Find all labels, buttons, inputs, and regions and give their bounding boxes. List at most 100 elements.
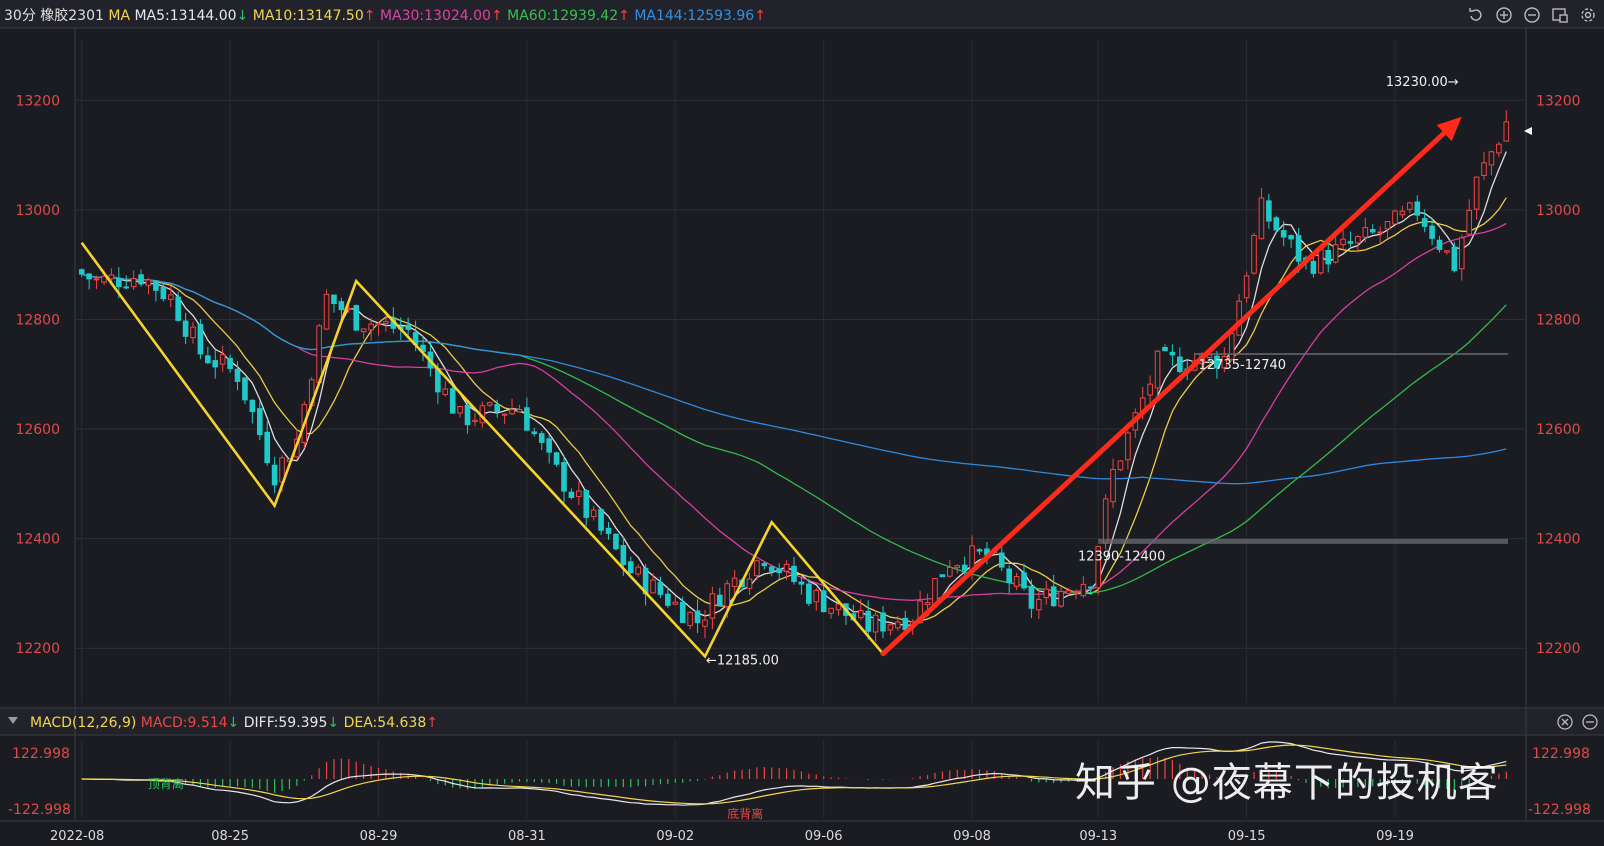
- macd-axis-left-bottom: -122.998: [8, 802, 71, 818]
- candle-body: [553, 452, 560, 465]
- candle-body: [1429, 225, 1435, 239]
- candle-body: [1340, 238, 1346, 246]
- candle-body: [264, 431, 271, 464]
- candle-body: [1466, 209, 1472, 235]
- candle-body: [1154, 350, 1161, 389]
- x-tick-4: 09-02: [656, 829, 694, 844]
- candle-body: [613, 533, 619, 550]
- ma-arrow-2: ↑: [491, 8, 507, 24]
- dea-arrow: ↑: [426, 715, 438, 731]
- candle-body: [1021, 572, 1027, 589]
- y-tick-left-5: 13200: [15, 93, 60, 109]
- candle: [316, 323, 322, 384]
- annotation-level-1: 12735-12740: [1199, 358, 1286, 373]
- annotation-high: 13230.00→: [1386, 75, 1459, 90]
- candle-body: [605, 527, 612, 534]
- candle: [1243, 271, 1250, 303]
- candle-body: [182, 320, 189, 337]
- macd-label-1: 底背离: [727, 806, 763, 821]
- candle-body: [1392, 210, 1398, 225]
- candle-body: [783, 563, 790, 572]
- candle-body: [576, 490, 582, 498]
- candle-body: [1481, 162, 1487, 176]
- candle-body: [746, 578, 753, 589]
- candle-body: [709, 593, 716, 619]
- candle-body: [776, 568, 782, 574]
- watermark: 知乎 @夜幕下的投机客: [1075, 760, 1499, 806]
- candle-body: [1332, 244, 1339, 263]
- candle-body: [1169, 351, 1176, 356]
- candle-body: [1036, 598, 1042, 611]
- y-tick-right-1: 12400: [1536, 532, 1581, 548]
- candle-body: [1407, 202, 1413, 210]
- candle-body: [1147, 383, 1153, 396]
- ma-label: MA: [108, 8, 134, 24]
- y-tick-right-0: 12200: [1536, 641, 1581, 657]
- candle-body: [650, 579, 656, 594]
- candle-body: [1473, 176, 1480, 210]
- candle-body: [895, 621, 901, 629]
- candle: [242, 377, 248, 405]
- candle-body: [798, 581, 805, 585]
- candle: [197, 319, 204, 360]
- candle-body: [857, 609, 864, 619]
- x-tick-5: 09-06: [805, 829, 843, 844]
- candle-body: [1236, 300, 1242, 336]
- ma-value-0: MA5:13144.00: [134, 8, 236, 24]
- candle-body: [449, 388, 456, 414]
- candle-body: [486, 402, 493, 406]
- candle-body: [1050, 586, 1057, 607]
- candle-body: [590, 509, 597, 518]
- candle-body: [961, 564, 968, 571]
- candle-body: [546, 438, 552, 453]
- candle-body: [998, 552, 1005, 568]
- candle: [323, 289, 330, 331]
- y-tick-right-3: 12800: [1536, 312, 1581, 328]
- candle-body: [1496, 143, 1502, 154]
- macd-axis-left-top: 122.998: [12, 746, 70, 762]
- x-tick-1: 08-25: [211, 829, 249, 844]
- candle-body: [828, 607, 834, 614]
- candle-body: [1065, 590, 1072, 594]
- candle-body: [360, 328, 367, 333]
- candle-body: [145, 279, 152, 286]
- candle-body: [1102, 498, 1109, 544]
- diff-arrow: ↓: [327, 715, 343, 731]
- annotation-level-2: 12390-12400: [1078, 549, 1165, 564]
- candle-body: [1384, 221, 1391, 230]
- candle-body: [1251, 234, 1257, 274]
- y-tick-right-2: 12600: [1536, 422, 1581, 438]
- candle-body: [457, 405, 463, 414]
- chart-stage: 30分 橡胶2301 MA MA5:13144.00↓ MA10:13147.5…: [0, 0, 1604, 846]
- candle: [553, 451, 560, 467]
- candle-body: [1110, 469, 1116, 503]
- candle-body: [1347, 241, 1354, 244]
- candle-body: [1117, 460, 1124, 471]
- macd-label-0: 顶背离: [148, 776, 184, 791]
- candle-body: [375, 322, 382, 326]
- candle-body: [1362, 227, 1369, 238]
- candle-body: [167, 294, 174, 300]
- macd-value: MACD:9.514: [141, 715, 228, 731]
- candle-body: [768, 566, 775, 572]
- candle-body: [820, 590, 827, 613]
- candle-body: [731, 577, 738, 587]
- candle-body: [1162, 346, 1168, 352]
- candle-body: [472, 419, 478, 423]
- ma-value-4: MA144:12593.96: [634, 8, 754, 24]
- candle-body: [902, 617, 909, 631]
- candle-body: [531, 431, 538, 435]
- kline-chart[interactable]: 30分 橡胶2301 MA MA5:13144.00↓ MA10:13147.5…: [0, 0, 1604, 846]
- candle-body: [1125, 432, 1131, 461]
- candle-body: [86, 273, 92, 280]
- candle-body: [197, 324, 204, 355]
- candle-body: [1451, 246, 1458, 271]
- candle-body: [405, 324, 411, 330]
- candle-body: [1377, 231, 1383, 234]
- candle-body: [761, 562, 768, 567]
- candle-body: [1006, 568, 1012, 584]
- macd-arrow: ↓: [228, 715, 244, 731]
- y-tick-left-3: 12800: [15, 312, 60, 328]
- candle-body: [123, 286, 130, 289]
- x-tick-0: 2022-08: [50, 829, 104, 844]
